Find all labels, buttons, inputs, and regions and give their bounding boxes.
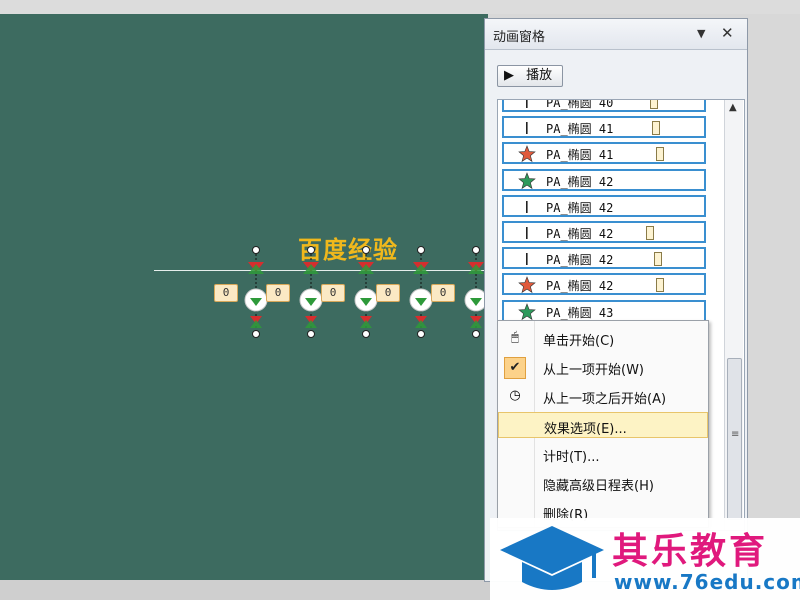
animation-list-item[interactable]: PA_椭圆 41 [502,116,706,139]
trigger-tag[interactable]: 0 [431,284,455,302]
menu-item[interactable]: 效果选项(E)... [498,412,708,438]
menu-item-label: 隐藏高级日程表(H) [543,479,654,494]
list-scrollbar[interactable]: ▲ ≡ [724,100,743,530]
clock-icon: ◷ [509,388,521,403]
pane-title: 动画窗格 [493,30,546,45]
scroll-thumb[interactable]: ≡ [727,358,742,520]
menu-item-label: 效果选项(E)... [544,422,627,437]
timeline-bar[interactable] [646,226,654,240]
trigger-tag[interactable]: 0 [214,284,238,302]
trigger-tag[interactable]: 0 [376,284,400,302]
close-icon[interactable]: ✕ [721,24,734,42]
animation-list-item[interactable]: PA_椭圆 40 [502,99,706,112]
pane-title-bar: 动画窗格 ▼ ✕ [485,19,747,50]
red-star-icon [518,145,536,163]
timeline-bar[interactable] [654,252,662,267]
menu-item[interactable]: ✔ 从上一项开始(W) [498,354,708,380]
vertical-line-icon [526,227,528,239]
play-label: 播放 [526,68,553,83]
animation-list-item[interactable]: PA_椭圆 43 [502,299,706,322]
animation-item-label: PA_椭圆 42 [546,253,614,268]
vertical-line-icon [526,100,528,108]
animation-item-label: PA_椭圆 42 [546,279,614,294]
animation-item-label: PA_椭圆 41 [546,148,614,163]
animation-item-label: PA_椭圆 40 [546,99,614,110]
vertical-line-icon [526,122,528,135]
mouse-icon: 🖱 [511,330,519,345]
brand-logo: 其乐教育 www.76edu.com [490,518,800,600]
grip-icon: ≡ [731,429,740,440]
menu-item[interactable]: 计时(T)... [498,441,708,467]
context-menu: 🖱 单击开始(C) ✔ 从上一项开始(W) ◷ 从上一项之后开始(A) 效果选项(E)...… [497,320,709,528]
green-star-icon [518,302,536,320]
animation-list-item[interactable]: PA_椭圆 42 [502,273,706,296]
brand-website: www.76edu.com [614,570,800,594]
chevron-down-icon[interactable]: ▼ [697,27,705,40]
animation-item-label: PA_椭圆 41 [546,122,614,137]
graduation-cap-icon [500,526,604,590]
trigger-tag[interactable]: 0 [266,284,290,302]
timeline-bar[interactable] [656,147,664,162]
menu-item[interactable]: 🖱 单击开始(C) [498,325,708,351]
checkmark-icon: ✔ [504,357,526,379]
timeline-bar[interactable] [652,121,660,136]
red-star-icon [518,276,536,294]
play-button[interactable]: ▶ 播放 [497,65,563,87]
animation-item-label: PA_椭圆 43 [546,305,614,320]
brand-name: 其乐教育 [612,531,769,572]
vertical-line-icon [526,200,528,213]
menu-item[interactable]: ◷ 从上一项之后开始(A) [498,383,708,409]
animation-item-label: PA_椭圆 42 [546,174,614,189]
menu-item-label: 从上一项之后开始(A) [543,392,667,407]
menu-item[interactable]: 隐藏高级日程表(H) [498,470,708,496]
trigger-tag[interactable]: 0 [321,284,345,302]
menu-item-label: 从上一项开始(W) [543,363,644,378]
menu-item-label: 计时(T)... [543,450,600,465]
play-icon: ▶ [504,68,514,83]
animation-list-item[interactable]: PA_椭圆 42 [502,247,706,270]
timeline-bar[interactable] [656,278,664,293]
animation-list-item[interactable]: PA_椭圆 41 [502,142,706,165]
animation-list-item[interactable]: PA_椭圆 42 [502,168,706,191]
timeline-bar[interactable] [650,100,658,109]
vertical-line-icon [526,253,528,266]
animation-item-label: PA_椭圆 42 [546,200,614,215]
animation-item-label: PA_椭圆 42 [546,227,614,241]
slide-canvas[interactable]: 百度经验 00000 [0,14,488,580]
window-top-strip [0,0,800,14]
menu-item-label: 单击开始(C) [543,334,615,349]
animation-list-item[interactable]: PA_椭圆 42 [502,221,706,243]
green-star-icon [518,171,536,189]
animation-list-item[interactable]: PA_椭圆 42 [502,194,706,217]
scroll-up-icon[interactable]: ▲ [729,102,737,113]
